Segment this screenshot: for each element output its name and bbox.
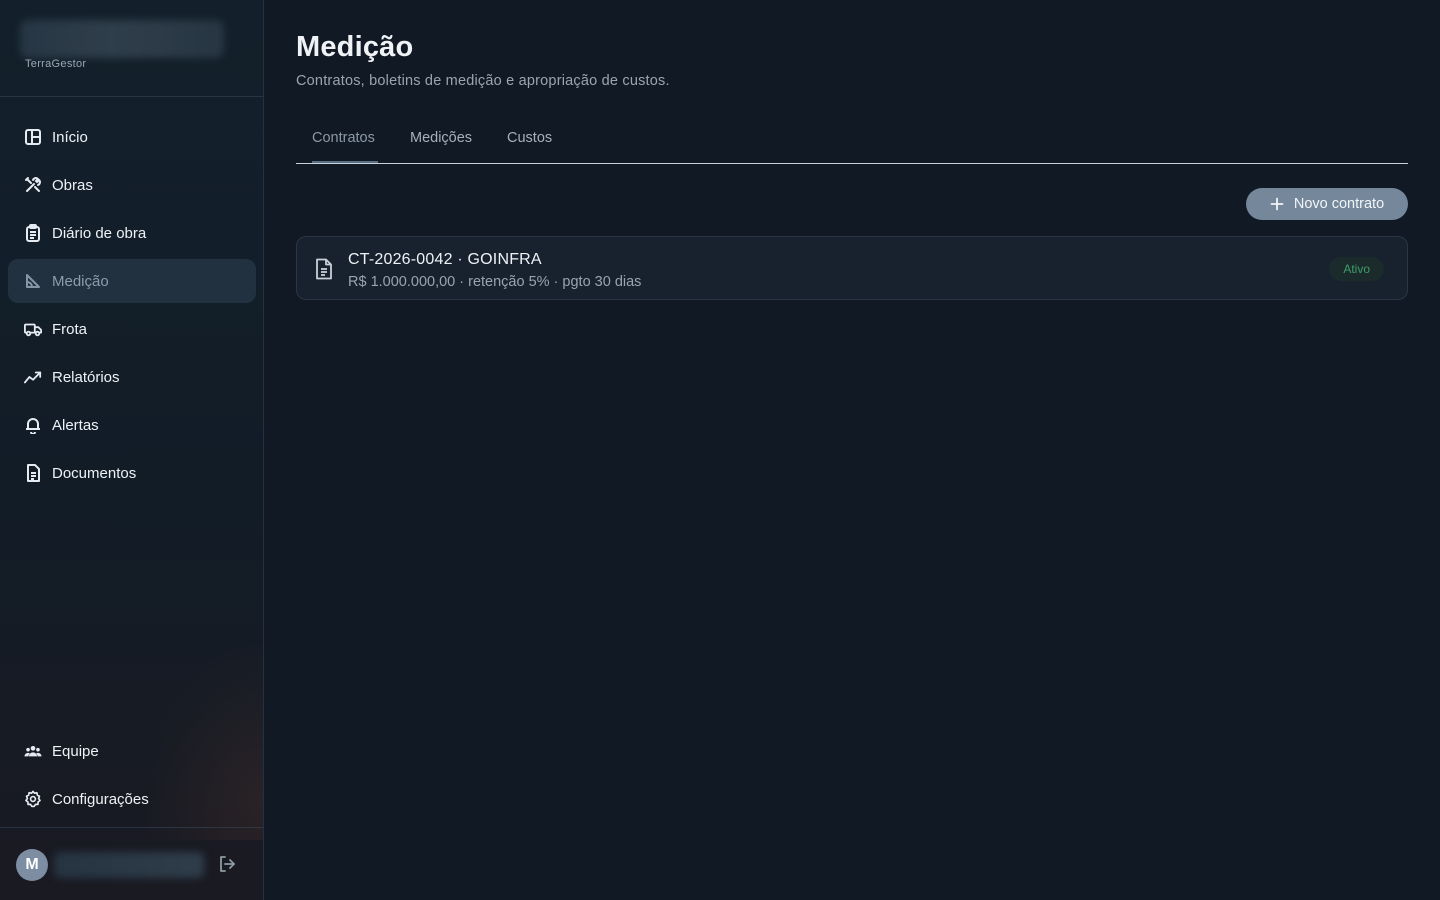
sidebar-item-label: Diário de obra [52,224,147,242]
document-icon [24,464,42,482]
document-icon [314,258,334,280]
sidebar-item-diario-de-obra[interactable]: Diário de obra [8,211,256,255]
sidebar-item-medicao[interactable]: Medição [8,259,256,303]
sidebar: TerraGestor Início Obras Diário de obra … [0,0,264,900]
sidebar-item-label: Configurações [52,790,149,808]
trend-chart-icon [24,368,42,386]
clipboard-icon [24,224,42,242]
sidebar-item-label: Frota [52,320,88,338]
page-title: Medição [296,31,414,63]
contract-details: R$ 1.000.000,00 · retenção 5% · pgto 30 … [348,274,642,290]
tab-contratos[interactable]: Contratos [312,130,375,146]
new-contract-label: Novo contrato [1293,196,1385,212]
tab-medicoes[interactable]: Medições [410,130,472,146]
sidebar-item-obras[interactable]: Obras [8,163,256,207]
sidebar-item-label: Relatórios [52,368,120,386]
brand-name: TerraGestor [25,58,87,70]
sidebar-item-equipe[interactable]: Equipe [8,729,256,773]
tools-icon [24,176,42,194]
contract-card[interactable]: CT-2026-0042 · GOINFRA R$ 1.000.000,00 ·… [296,236,1408,300]
new-contract-button[interactable]: Novo contrato [1246,188,1408,220]
status-badge: Ativo [1329,257,1384,281]
sidebar-item-label: Início [52,128,88,146]
ruler-angle-icon [24,272,42,290]
page-subtitle: Contratos, boletins de medição e apropri… [296,73,670,89]
users-icon [24,742,42,760]
gear-icon [24,790,42,808]
tab-custos[interactable]: Custos [507,130,552,146]
logout-icon[interactable] [217,854,237,874]
sidebar-item-relatorios[interactable]: Relatórios [8,355,256,399]
brand-logo[interactable] [20,20,224,58]
sidebar-item-configuracoes[interactable]: Configurações [8,777,256,821]
avatar[interactable]: M [16,849,48,881]
bell-icon [24,416,42,434]
sidebar-item-label: Documentos [52,464,137,482]
tab-bar: Contratos Medições Custos [296,114,1408,164]
sidebar-item-label: Equipe [52,742,99,760]
dashboard-icon [24,128,42,146]
sidebar-item-frota[interactable]: Frota [8,307,256,351]
sidebar-item-alertas[interactable]: Alertas [8,403,256,447]
sidebar-item-inicio[interactable]: Início [8,115,256,159]
contract-title: CT-2026-0042 · GOINFRA [348,251,542,268]
active-tab-indicator [312,161,378,163]
brand-header: TerraGestor [0,0,263,97]
sidebar-item-label: Medição [52,272,109,290]
plus-icon [1270,197,1284,211]
truck-icon [24,320,42,338]
user-name [54,852,204,878]
main-content: Medição Contratos, boletins de medição e… [296,0,1408,900]
sidebar-item-documentos[interactable]: Documentos [8,451,256,495]
sidebar-item-label: Alertas [52,416,99,434]
sidebar-item-label: Obras [52,176,93,194]
user-bar: M [0,827,263,900]
